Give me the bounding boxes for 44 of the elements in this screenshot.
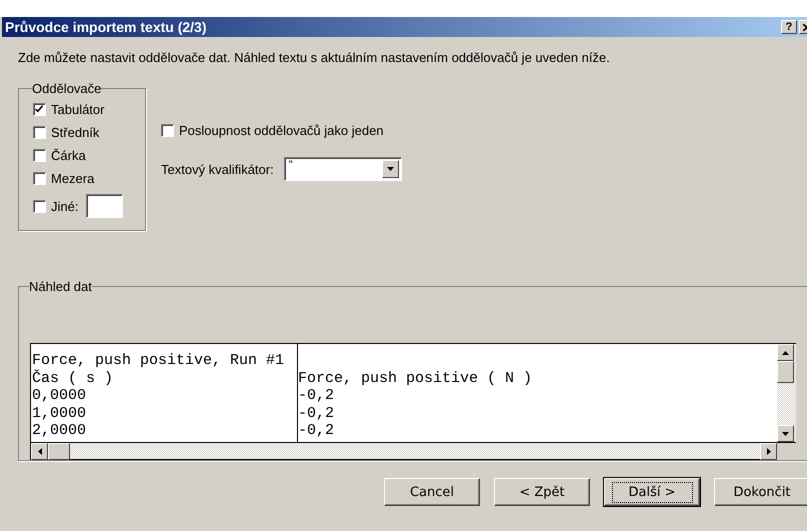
- title-bar-button[interactable]: ?: [781, 20, 797, 34]
- checkbox[interactable]: [33, 149, 46, 162]
- caret-icon: [386, 167, 394, 171]
- checkbox-label: Jiné:: [51, 198, 78, 214]
- scroll-left-button[interactable]: [31, 443, 48, 460]
- preview-cell-text: Čas ( s ): [31, 370, 114, 388]
- checkbox[interactable]: [33, 200, 46, 212]
- arrow-up-icon: [782, 350, 789, 354]
- scroll-thumb[interactable]: [777, 361, 794, 383]
- checkbox[interactable]: [33, 172, 46, 185]
- arrow-down-icon: [782, 432, 789, 436]
- group-label: Náhled dat: [29, 279, 92, 294]
- field-label: Textový kvalifikátor:: [161, 162, 274, 176]
- checkbox-label: Tabulátor: [51, 102, 104, 117]
- checkbox[interactable]: [33, 126, 46, 139]
- preview-cell-text: -0,2: [297, 422, 336, 440]
- arrow-right-icon: [766, 448, 770, 455]
- dialog-button[interactable]: Cancel: [384, 478, 480, 506]
- preview-cell-text: 1,0000: [31, 404, 88, 422]
- preview-cell-text: -0,2: [297, 404, 336, 422]
- instruction-text: Zde můžete nastavit oddělovače dat. Náhled textu s aktuálním nastavením oddělovačů je uveden níže.: [18, 50, 611, 65]
- preview-cell-text: -0,2: [297, 387, 336, 405]
- input-field[interactable]: [86, 194, 124, 218]
- window-title: Průvodce importem textu (2/3): [5, 19, 206, 35]
- dialog-button[interactable]: < Zpět: [494, 478, 590, 506]
- scroll-right-button[interactable]: [760, 443, 777, 460]
- checkbox-label: Mezera: [51, 171, 94, 186]
- checkbox-label: Posloupnost oddělovačů jako jeden: [179, 123, 384, 138]
- arrow-left-icon: [38, 448, 42, 455]
- scroll-up-button[interactable]: [777, 344, 794, 361]
- dialog-button[interactable]: Dokončit: [714, 478, 807, 506]
- qualifier-dropdown[interactable]: ": [284, 157, 402, 181]
- checkbox-label: Čárka: [51, 148, 86, 163]
- checkbox[interactable]: [33, 103, 46, 116]
- scroll-down-button[interactable]: [777, 425, 794, 442]
- checkbox-label: Středník: [51, 125, 100, 140]
- preview-cell-text: 2,0000: [31, 422, 88, 440]
- dialog-button[interactable]: Další >: [604, 478, 700, 506]
- group-label: Oddělovače: [32, 81, 102, 96]
- preview-cell-text: 0,0000: [31, 387, 88, 405]
- preview-cell-text: Force, push positive ( N ): [297, 370, 534, 388]
- scroll-thumb[interactable]: [48, 443, 70, 460]
- checkbox[interactable]: [161, 124, 174, 137]
- preview-cell-text: Force, push positive, Run #1: [31, 352, 286, 370]
